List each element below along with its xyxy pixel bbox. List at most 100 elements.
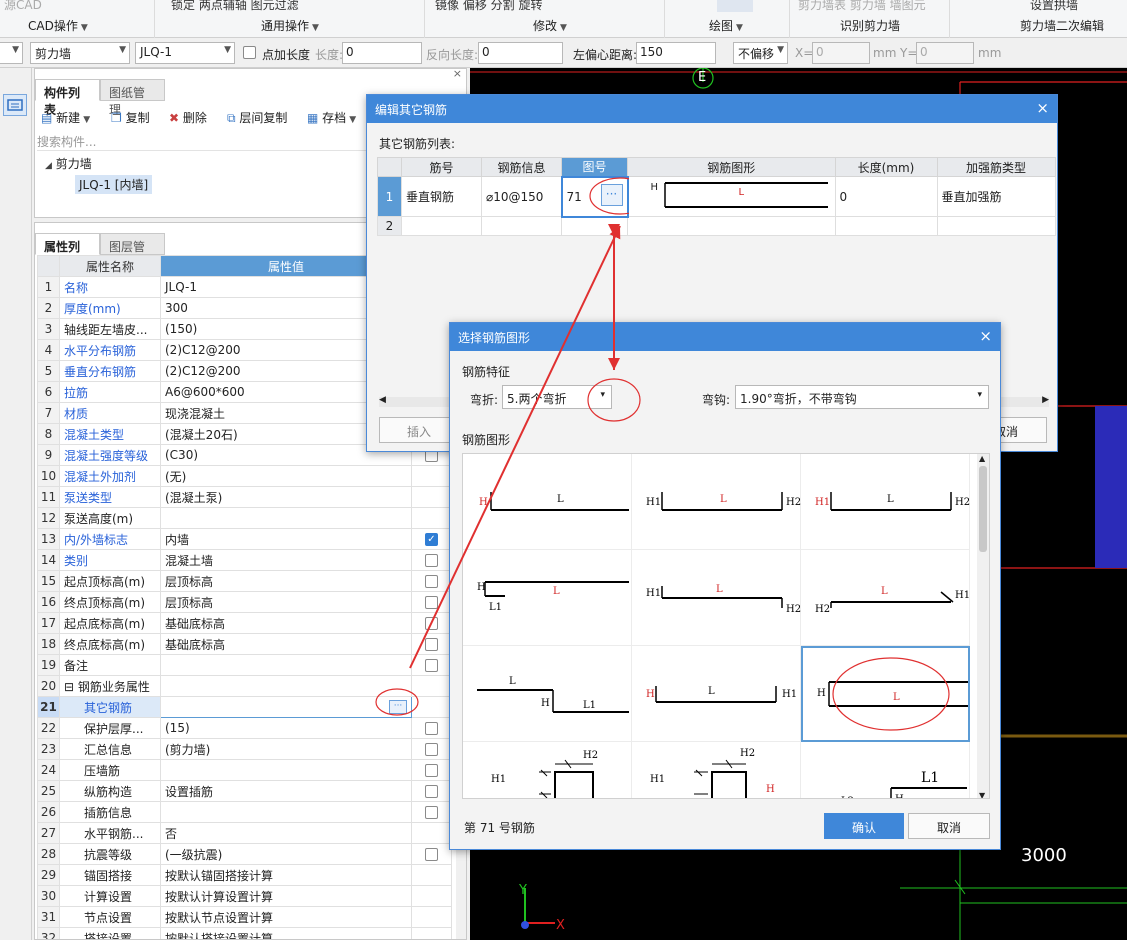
delete-button[interactable]: ✖ 删除 <box>169 109 207 126</box>
table-row[interactable]: 31 节点设置 按默认节点设置计算 <box>37 906 452 928</box>
y-input[interactable]: 0 <box>916 42 974 64</box>
ribbon-group-label[interactable]: CAD操作 ▼ <box>28 17 88 34</box>
checkbox[interactable] <box>425 554 438 567</box>
offset-input[interactable]: 150 <box>636 42 716 64</box>
property-value[interactable]: 否 <box>160 822 412 844</box>
figure-no-cell[interactable]: 71 ··· <box>560 175 651 218</box>
property-value[interactable]: 层顶标高 <box>160 591 412 613</box>
close-icon[interactable]: × <box>1036 99 1049 117</box>
property-value[interactable]: (混凝土泵) <box>160 486 412 508</box>
table-row[interactable]: 12 泵送高度(m) <box>37 507 452 529</box>
checkbox[interactable] <box>425 722 438 735</box>
table-row[interactable]: 20 ⊟ 钢筋业务属性 <box>37 675 452 697</box>
tab-layer-manage[interactable]: 图层管理 <box>100 233 165 271</box>
table-row[interactable]: 14 类别 混凝土墙 <box>37 549 452 571</box>
scrollbar-thumb[interactable] <box>979 466 987 552</box>
table-row[interactable]: 2 <box>377 216 1056 236</box>
checkbox[interactable] <box>425 638 438 651</box>
length-cell[interactable] <box>834 216 938 236</box>
rebar-no-cell[interactable]: 垂直钢筋 <box>401 176 482 217</box>
table-row[interactable]: 32 搭接设置 按默认搭接设置计算 <box>37 927 452 939</box>
draw-icon[interactable] <box>717 0 753 12</box>
scroll-right-icon[interactable]: ▶ <box>1042 395 1049 405</box>
checkbox[interactable] <box>425 806 438 819</box>
property-value[interactable]: 按默认计算设置计算 <box>160 885 412 907</box>
hook-select[interactable]: 1.90°弯折，不带弯钩 ▾ <box>735 385 989 409</box>
property-value[interactable]: (15) <box>160 717 412 739</box>
ribbon-group-label[interactable]: 通用操作 ▼ <box>261 17 319 34</box>
property-value[interactable]: 混凝土墙 <box>160 549 412 571</box>
checkbox[interactable] <box>425 659 438 672</box>
property-value[interactable]: 按默认搭接设置计算 <box>160 927 412 939</box>
table-row[interactable]: 18 终点底标高(m) 基础底标高 <box>37 633 452 655</box>
scroll-left-icon[interactable]: ◀ <box>379 395 386 405</box>
property-value[interactable]: 基础底标高 <box>160 612 412 634</box>
rebar-info-cell[interactable]: ⌀10@150 <box>481 176 562 217</box>
table-row[interactable]: 17 起点底标高(m) 基础底标高 <box>37 612 452 634</box>
property-value[interactable] <box>160 675 412 697</box>
checkbox[interactable] <box>425 785 438 798</box>
table-row[interactable]: 25 纵筋构造 设置插筋 <box>37 780 452 802</box>
length-input[interactable]: 0 <box>342 42 422 64</box>
shape-option[interactable]: H2 H1 L <box>801 550 970 646</box>
property-value[interactable]: (一级抗震) <box>160 843 412 865</box>
shape-option-selected[interactable]: HL <box>801 646 970 742</box>
tab-property-list[interactable]: 属性列表 <box>35 233 100 271</box>
ribbon-group-top[interactable]: 设置拱墙 <box>1030 0 1078 13</box>
copy-button[interactable]: ❐ 复制 <box>111 109 150 126</box>
checkbox[interactable] <box>425 596 438 609</box>
table-row[interactable]: 15 起点顶标高(m) 层顶标高 <box>37 570 452 592</box>
view-icon[interactable] <box>3 94 27 116</box>
shape-option[interactable]: HL <box>463 454 632 550</box>
shape-grid-scrollbar[interactable]: ▲ ▼ <box>977 454 989 798</box>
ribbon-group-label[interactable]: 修改 ▼ <box>533 17 567 34</box>
property-value[interactable] <box>160 507 412 529</box>
close-icon[interactable]: × <box>979 327 992 345</box>
shape-option[interactable]: L H L1 <box>463 646 632 742</box>
layer-select[interactable]: ▼ <box>0 42 23 64</box>
tab-component-list[interactable]: 构件列表 <box>35 79 100 117</box>
property-value[interactable]: (剪力墙) <box>160 738 412 760</box>
length-cell[interactable]: 0 <box>834 176 938 217</box>
table-row[interactable]: 24 压墙筋 <box>37 759 452 781</box>
scroll-down-icon[interactable]: ▼ <box>979 791 985 798</box>
reinforce-type-cell[interactable] <box>936 216 1056 236</box>
ribbon-group-label[interactable]: 绘图 ▼ <box>709 17 743 34</box>
table-row[interactable]: 27 水平钢筋... 否 <box>37 822 452 844</box>
checkbox[interactable] <box>425 764 438 777</box>
table-row[interactable]: 11 泵送类型 (混凝土泵) <box>37 486 452 508</box>
property-value[interactable]: 设置插筋 <box>160 780 412 802</box>
table-row[interactable]: 29 锚固搭接 按默认锚固搭接计算 <box>37 864 452 886</box>
table-row[interactable]: 13 内/外墙标志 内墙 ✓ <box>37 528 452 550</box>
property-value[interactable]: (无) <box>160 465 412 487</box>
rebar-no-cell[interactable] <box>401 216 482 236</box>
table-row[interactable]: 22 保护层厚... (15) <box>37 717 452 739</box>
property-value[interactable]: 按默认锚固搭接计算 <box>160 864 412 886</box>
shape-option[interactable]: H H1 L <box>632 646 801 742</box>
table-row[interactable]: 23 汇总信息 (剪力墙) <box>37 738 452 760</box>
shape-option[interactable]: H L1 L <box>463 550 632 646</box>
shape-option[interactable]: H1 H2 L <box>632 550 801 646</box>
collapse-icon[interactable]: ◢ <box>45 161 52 171</box>
rebar-info-cell[interactable] <box>481 216 562 236</box>
component-select[interactable]: JLQ-1 ▼ <box>135 42 235 64</box>
tab-drawing-manage[interactable]: 图纸管理 <box>100 79 165 117</box>
table-row[interactable]: 28 抗震等级 (一级抗震) <box>37 843 452 865</box>
scroll-up-icon[interactable]: ▲ <box>979 454 985 463</box>
offset-mode-select[interactable]: 不偏移 ▼ <box>733 42 788 64</box>
table-row[interactable]: 19 备注 <box>37 654 452 676</box>
table-row[interactable]: 26 插筋信息 <box>37 801 452 823</box>
shape-cancel-button[interactable]: 取消 <box>908 813 990 839</box>
shape-option[interactable]: L1 L2 H <box>801 742 970 798</box>
reinforce-type-cell[interactable]: 垂直加强筋 <box>936 176 1056 217</box>
property-value[interactable]: 按默认节点设置计算 <box>160 906 412 928</box>
new-button[interactable]: ▤ 新建 ▼ <box>41 109 90 126</box>
table-row[interactable]: 21 其它钢筋 ··· <box>37 696 452 718</box>
table-row[interactable]: 1 垂直钢筋 ⌀10@150 71 ··· H L 0 垂直加强筋 <box>377 175 1056 218</box>
ribbon-group-top[interactable]: 锁定 两点辅轴 图元过滤 <box>171 0 299 13</box>
x-input[interactable]: 0 <box>812 42 870 64</box>
floor-copy-button[interactable]: ⧉ 层间复制 <box>227 109 287 126</box>
more-button[interactable]: ··· <box>389 700 407 714</box>
shape-option[interactable]: H1 H2 L <box>632 454 801 550</box>
checkbox[interactable] <box>425 743 438 756</box>
